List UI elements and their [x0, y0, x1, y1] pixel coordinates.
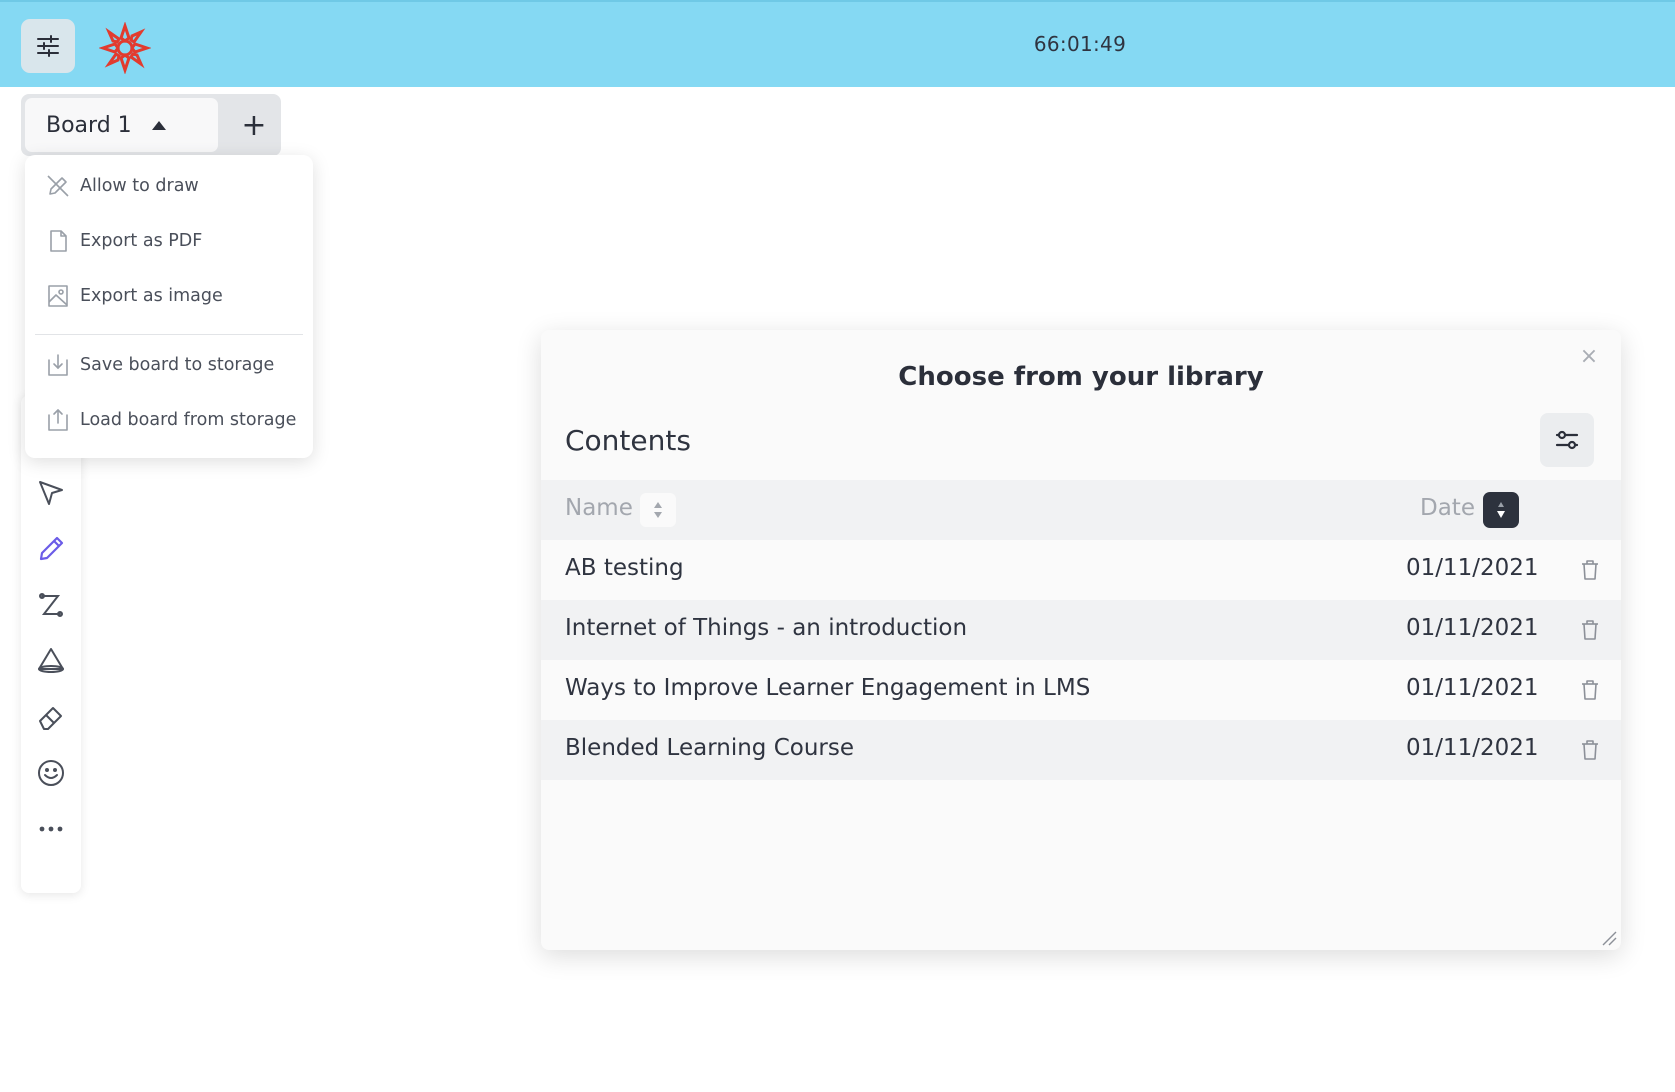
- menu-item-allow-draw[interactable]: Allow to draw: [25, 163, 313, 209]
- row-name: Internet of Things - an introduction: [565, 615, 968, 641]
- menu-item-load-board[interactable]: Load board from storage: [25, 397, 313, 443]
- row-name: Ways to Improve Learner Engagement in LM…: [565, 675, 1091, 701]
- board-tab-label: Board 1: [46, 112, 132, 138]
- filter-button[interactable]: [1540, 413, 1594, 467]
- column-header-name[interactable]: Name: [565, 495, 633, 521]
- filter-icon: [1555, 430, 1579, 450]
- trash-icon[interactable]: [1577, 737, 1603, 763]
- session-timer: 66:01:49: [1033, 32, 1127, 56]
- menu-item-label: Allow to draw: [80, 176, 199, 196]
- file-icon: [45, 228, 71, 254]
- trash-icon[interactable]: [1577, 677, 1603, 703]
- sliders-icon: [37, 35, 59, 57]
- menu-item-export-image[interactable]: Export as image: [25, 273, 313, 319]
- sort-icon: [1497, 502, 1505, 518]
- sort-icon: [654, 502, 662, 518]
- row-date: 01/11/2021: [1406, 735, 1539, 761]
- resize-handle-icon[interactable]: [1601, 930, 1617, 946]
- pointer-icon: [39, 481, 63, 505]
- sort-name-button[interactable]: [640, 493, 676, 527]
- column-header-date[interactable]: Date: [1420, 495, 1475, 521]
- eraser-tool[interactable]: [31, 697, 71, 737]
- row-date: 01/11/2021: [1406, 615, 1539, 641]
- table-row[interactable]: Blended Learning Course 01/11/2021: [541, 720, 1621, 780]
- library-modal: × Choose from your library Contents Name…: [541, 330, 1621, 950]
- row-name: Blended Learning Course: [565, 735, 855, 761]
- app-logo: [99, 22, 151, 74]
- drawing-toolbar: [21, 395, 81, 893]
- menu-item-label: Load board from storage: [80, 410, 297, 430]
- curve-icon: [39, 593, 63, 617]
- pencil-tool[interactable]: [31, 529, 71, 569]
- more-icon: [39, 826, 63, 832]
- pencil-off-icon: [45, 173, 71, 199]
- board-menu: Allow to draw Export as PDF Export as im…: [25, 155, 313, 458]
- settings-menu-button[interactable]: [21, 19, 75, 73]
- table-row[interactable]: AB testing 01/11/2021: [541, 540, 1621, 600]
- pointer-tool[interactable]: [31, 473, 71, 513]
- board-tabs: Board 1 +: [21, 94, 281, 156]
- trash-icon[interactable]: [1577, 557, 1603, 583]
- table-row[interactable]: Internet of Things - an introduction 01/…: [541, 600, 1621, 660]
- add-board-button[interactable]: +: [231, 98, 277, 152]
- table-header: Name Date: [541, 480, 1621, 540]
- emoji-icon: [38, 760, 64, 786]
- row-date: 01/11/2021: [1406, 555, 1539, 581]
- board-tab[interactable]: Board 1: [25, 98, 218, 152]
- menu-item-label: Export as image: [80, 286, 223, 306]
- shape-icon: [38, 648, 64, 673]
- menu-item-label: Export as PDF: [80, 231, 203, 251]
- menu-item-label: Save board to storage: [80, 355, 275, 375]
- eraser-icon: [39, 707, 62, 730]
- top-bar: 66:01:49: [0, 0, 1675, 87]
- shape-tool[interactable]: [31, 641, 71, 681]
- contents-label: Contents: [565, 424, 691, 457]
- emoji-tool[interactable]: [31, 753, 71, 793]
- sort-date-button[interactable]: [1483, 492, 1519, 528]
- trash-icon[interactable]: [1577, 617, 1603, 643]
- menu-item-export-pdf[interactable]: Export as PDF: [25, 218, 313, 264]
- row-date: 01/11/2021: [1406, 675, 1539, 701]
- modal-title: Choose from your library: [898, 362, 1264, 392]
- curve-tool[interactable]: [31, 585, 71, 625]
- menu-divider: [35, 334, 303, 335]
- table-row[interactable]: Ways to Improve Learner Engagement in LM…: [541, 660, 1621, 720]
- row-name: AB testing: [565, 555, 684, 581]
- upload-file-icon: [45, 407, 71, 433]
- image-file-icon: [45, 283, 71, 309]
- menu-item-save-board[interactable]: Save board to storage: [25, 342, 313, 388]
- download-file-icon: [45, 352, 71, 378]
- more-tools-button[interactable]: [31, 809, 71, 849]
- pencil-icon: [39, 536, 64, 561]
- caret-up-icon: [151, 120, 166, 130]
